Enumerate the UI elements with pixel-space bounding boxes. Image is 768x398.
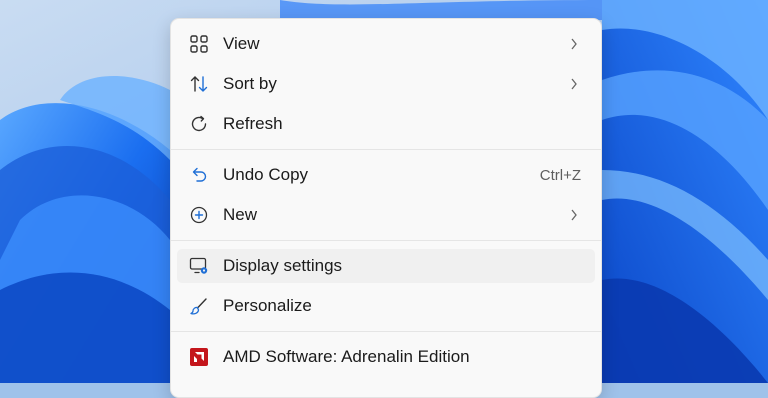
menu-item-label: View — [223, 34, 260, 53]
display-settings-icon — [189, 257, 208, 274]
refresh-icon — [191, 115, 207, 132]
menu-item-label: AMD Software: Adrenalin Edition — [223, 347, 470, 366]
undo-icon — [192, 167, 207, 182]
amd-logo-icon — [190, 348, 208, 366]
chevron-right-icon — [571, 38, 577, 50]
menu-item-label: Sort by — [223, 74, 277, 93]
sort-arrows-icon — [190, 76, 208, 92]
menu-separator — [171, 240, 601, 241]
menu-item-label: Display settings — [223, 256, 343, 275]
menu-item-display-settings[interactable]: Display settings — [177, 249, 595, 283]
brush-icon — [190, 298, 207, 315]
menu-item-label: Refresh — [223, 114, 283, 133]
chevron-right-icon — [571, 209, 577, 221]
plus-circle-icon — [190, 206, 208, 224]
chevron-right-icon — [571, 78, 577, 90]
menu-item-amd-software[interactable]: AMD Software: Adrenalin Edition — [177, 340, 595, 374]
menu-item-sort-by[interactable]: Sort by — [177, 67, 595, 101]
desktop-context-menu: View Sort by Refresh Undo Copy Ctrl+Z Ne… — [170, 18, 602, 398]
menu-item-personalize[interactable]: Personalize — [177, 289, 595, 323]
keyboard-shortcut: Ctrl+Z — [539, 166, 581, 184]
grid-icon — [190, 35, 208, 53]
menu-item-new[interactable]: New — [177, 198, 595, 232]
menu-item-refresh[interactable]: Refresh — [177, 107, 595, 141]
menu-item-label: New — [223, 205, 258, 224]
menu-item-undo-copy[interactable]: Undo Copy Ctrl+Z — [177, 158, 595, 192]
menu-separator — [171, 331, 601, 332]
menu-item-view[interactable]: View — [177, 27, 595, 61]
menu-item-label: Personalize — [223, 296, 312, 315]
menu-separator — [171, 149, 601, 150]
menu-item-label: Undo Copy — [223, 165, 309, 184]
